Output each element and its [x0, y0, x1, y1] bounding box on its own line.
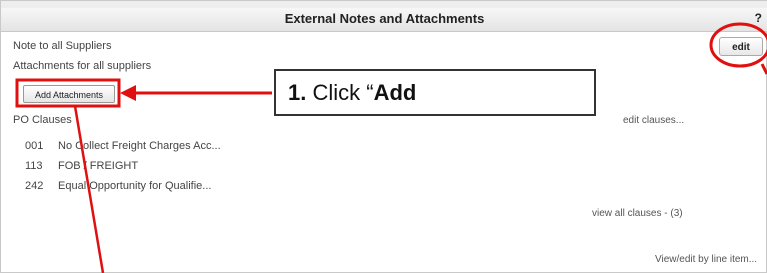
instruction-callout: 1. Click “Add — [274, 69, 596, 116]
view-edit-line-item-link[interactable]: View/edit by line item... — [655, 254, 757, 265]
help-icon[interactable]: ? — [755, 11, 762, 25]
panel-header: External Notes and Attachments ? — [1, 8, 767, 32]
po-clauses-label: PO Clauses — [13, 114, 72, 126]
edit-button[interactable]: edit — [719, 37, 763, 56]
view-all-clauses-link[interactable]: view all clauses - (3) — [592, 208, 683, 219]
add-attachments-button[interactable]: Add Attachments — [23, 85, 115, 103]
callout-step: 1. — [288, 80, 307, 105]
clause-title[interactable]: FOB / FREIGHT — [58, 160, 138, 172]
note-to-suppliers-label: Note to all Suppliers — [13, 40, 112, 52]
edit-clauses-link[interactable]: edit clauses... — [623, 115, 684, 126]
callout-bold-text: Add — [373, 80, 417, 105]
clause-code: 242 — [25, 180, 44, 192]
panel-title: External Notes and Attachments — [284, 11, 485, 26]
external-notes-panel: External Notes and Attachments ? Note to… — [0, 0, 767, 273]
attachments-label: Attachments for all suppliers — [13, 60, 152, 72]
clause-title[interactable]: Equal Opportunity for Qualifie... — [58, 180, 211, 192]
clause-code: 001 — [25, 140, 44, 152]
clause-code: 113 — [25, 160, 43, 172]
clause-title[interactable]: No Collect Freight Charges Acc... — [58, 140, 221, 152]
callout-text: Click “ — [306, 80, 374, 105]
